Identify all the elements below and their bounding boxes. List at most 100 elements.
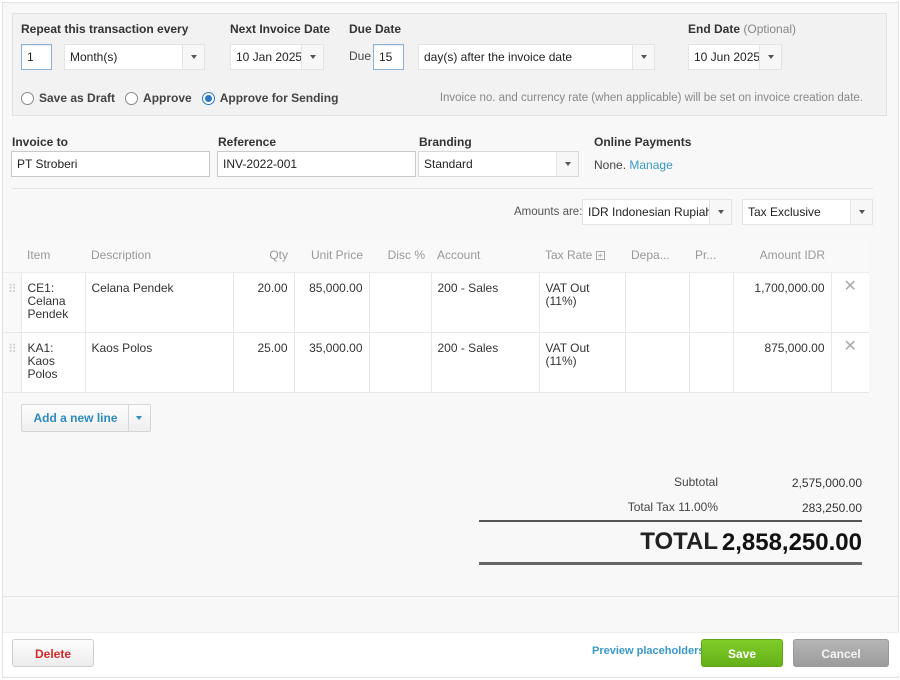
chevron-down-icon[interactable] xyxy=(632,45,654,69)
branding-label: Branding xyxy=(419,135,472,149)
total-divider-top xyxy=(479,520,862,522)
table-row: ⠿ KA1: Kaos Polos Kaos Polos 25.00 35,00… xyxy=(3,332,869,393)
online-payments-status: None. Manage xyxy=(594,158,673,172)
chevron-down-icon[interactable] xyxy=(709,200,731,224)
due-days-input[interactable]: 15 xyxy=(373,44,404,70)
chevron-down-icon[interactable] xyxy=(301,45,323,69)
column-header-remove xyxy=(831,238,869,273)
cell-account[interactable]: 200 - Sales xyxy=(430,332,539,393)
cell-account[interactable]: 200 - Sales xyxy=(430,272,539,333)
add-new-line-split-button: Add a new line xyxy=(21,404,151,432)
column-header-project: Pr... xyxy=(689,238,733,273)
due-rule-value: day(s) after the invoice date xyxy=(424,50,573,64)
cell-qty[interactable]: 25.00 xyxy=(232,332,294,393)
section-divider xyxy=(12,188,873,189)
cell-amount[interactable]: 875,000.00 xyxy=(732,332,831,393)
repeat-interval-input[interactable]: 1 xyxy=(21,44,52,70)
reference-label: Reference xyxy=(218,135,277,149)
end-date-picker[interactable]: 10 Jun 2025 xyxy=(688,44,782,70)
column-header-department: Depa... xyxy=(625,238,689,273)
chevron-down-icon[interactable] xyxy=(556,152,578,176)
reference-input[interactable]: INV-2022-001 xyxy=(217,151,416,177)
end-date-label-text: End Date xyxy=(688,22,741,36)
radio-approve[interactable]: Approve xyxy=(125,91,192,105)
due-rule-select[interactable]: day(s) after the invoice date xyxy=(418,44,655,70)
branding-select[interactable]: Standard xyxy=(418,151,579,177)
chevron-down-icon[interactable] xyxy=(759,45,781,69)
add-new-line-button[interactable]: Add a new line xyxy=(22,405,129,431)
preview-placeholders-link[interactable]: Preview placeholders xyxy=(592,645,705,657)
cell-description[interactable]: Celana Pendek xyxy=(84,272,233,333)
drag-handle-icon[interactable]: ⠿ xyxy=(3,332,21,393)
tax-rate-header-label: Tax Rate xyxy=(545,247,593,262)
drag-handle-icon[interactable]: ⠿ xyxy=(3,272,21,333)
column-header-item: Item xyxy=(21,238,85,273)
radio-save-as-draft[interactable]: Save as Draft xyxy=(21,91,115,105)
subtotal-label: Subtotal xyxy=(673,475,718,489)
invoice-to-label: Invoice to xyxy=(12,135,69,149)
column-header-qty: Qty xyxy=(233,238,294,273)
cell-unit-price[interactable]: 85,000.00 xyxy=(293,272,369,333)
expand-plus-icon[interactable]: + xyxy=(595,251,605,261)
total-label: TOTAL xyxy=(640,528,718,555)
cell-item[interactable]: CE1: Celana Pendek xyxy=(20,272,85,333)
radio-unselected-icon[interactable] xyxy=(21,91,34,105)
status-radio-group: Save as Draft Approve Approve for Sendin… xyxy=(21,91,344,105)
tax-mode-select[interactable]: Tax Exclusive xyxy=(742,199,873,225)
cell-amount[interactable]: 1,700,000.00 xyxy=(732,272,831,333)
total-tax-value: 283,250.00 xyxy=(801,501,862,515)
remove-row-close-icon[interactable]: ✕ xyxy=(830,332,869,393)
due-prefix: Due xyxy=(349,49,372,63)
column-header-handle xyxy=(3,238,21,273)
column-header-unit-price: Unit Price xyxy=(294,238,369,273)
next-invoice-date-picker[interactable]: 10 Jan 2025 xyxy=(230,44,324,70)
cell-disc[interactable] xyxy=(368,332,431,393)
remove-row-close-icon[interactable]: ✕ xyxy=(830,272,869,333)
next-invoice-date-value: 10 Jan 2025 xyxy=(236,50,303,64)
save-button[interactable]: Save xyxy=(701,639,783,667)
cancel-button[interactable]: Cancel xyxy=(793,639,889,667)
column-header-disc: Disc % xyxy=(369,238,431,273)
delete-button[interactable]: Delete xyxy=(12,639,94,667)
total-divider-bottom xyxy=(479,562,862,565)
radio-unselected-icon[interactable] xyxy=(125,91,139,105)
cell-unit-price[interactable]: 35,000.00 xyxy=(293,332,369,393)
repeat-label: Repeat this transaction every xyxy=(21,22,189,36)
footer-divider xyxy=(3,596,899,597)
radio-label: Save as Draft xyxy=(39,91,116,105)
add-line-dropdown-chevron-icon[interactable] xyxy=(128,405,150,431)
chevron-down-icon[interactable] xyxy=(182,45,204,69)
cell-tax-rate[interactable]: VAT Out (11%) xyxy=(538,272,625,333)
column-header-account: Account xyxy=(431,238,539,273)
radio-approve-for-sending[interactable]: Approve for Sending xyxy=(201,91,338,105)
repeat-period-select[interactable]: Month(s) xyxy=(64,44,205,70)
cell-item[interactable]: KA1: Kaos Polos xyxy=(20,332,85,393)
tax-mode-value: Tax Exclusive xyxy=(748,205,821,219)
table-row: ⠿ CE1: Celana Pendek Celana Pendek 20.00… xyxy=(3,272,869,333)
cell-description[interactable]: Kaos Polos xyxy=(84,332,233,393)
cell-tax-rate[interactable]: VAT Out (11%) xyxy=(538,332,625,393)
cell-department[interactable] xyxy=(624,332,689,393)
column-header-amount: Amount IDR xyxy=(733,238,831,273)
radio-label: Approve xyxy=(143,91,192,105)
repeat-period-value: Month(s) xyxy=(70,50,118,64)
online-payments-value: None. xyxy=(594,158,627,172)
cell-disc[interactable] xyxy=(368,272,431,333)
end-date-label: End Date (Optional) xyxy=(688,22,796,36)
cell-project[interactable] xyxy=(688,332,733,393)
amounts-are-label: Amounts are: xyxy=(514,206,583,218)
creation-date-note: Invoice no. and currency rate (when appl… xyxy=(439,92,863,104)
total-value: 2,858,250.00 xyxy=(721,529,862,556)
manage-payments-link[interactable]: Manage xyxy=(629,158,672,172)
cell-department[interactable] xyxy=(624,272,689,333)
chevron-down-icon[interactable] xyxy=(850,200,872,224)
currency-select[interactable]: IDR Indonesian Rupiah xyxy=(582,199,732,225)
column-header-tax-rate[interactable]: Tax Rate + xyxy=(539,238,625,273)
branding-value: Standard xyxy=(424,157,473,171)
next-invoice-date-label: Next Invoice Date xyxy=(230,22,331,36)
cell-qty[interactable]: 20.00 xyxy=(232,272,294,333)
invoice-to-input[interactable]: PT Stroberi xyxy=(11,151,210,177)
total-tax-label: Total Tax 11.00% xyxy=(627,500,718,514)
cell-project[interactable] xyxy=(688,272,733,333)
radio-selected-icon[interactable] xyxy=(201,91,215,105)
